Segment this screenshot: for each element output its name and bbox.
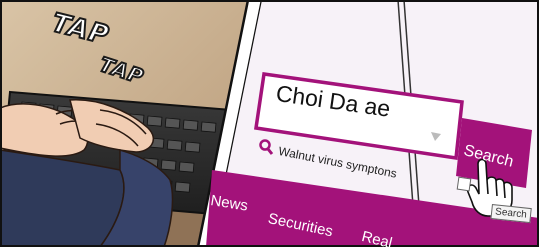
cursor-target-marker — [456, 176, 472, 192]
comic-panel: TAP TAP Choi Da ae Walnut virus symptons… — [0, 0, 539, 247]
browser-page — [206, 0, 539, 247]
